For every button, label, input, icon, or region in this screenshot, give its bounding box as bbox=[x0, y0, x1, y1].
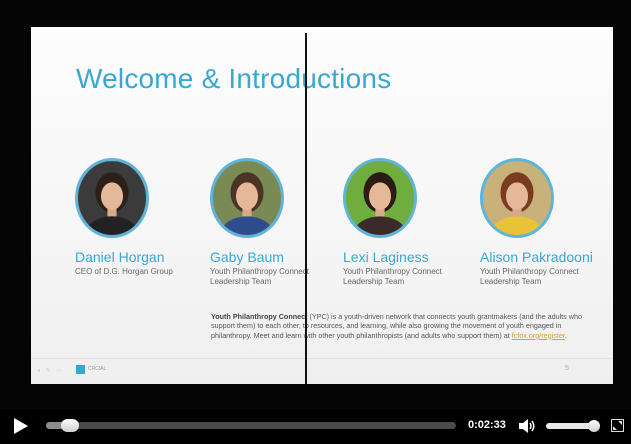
register-link[interactable]: fcfox.org/register bbox=[512, 331, 565, 340]
volume-slider[interactable] bbox=[546, 420, 600, 432]
volume-level bbox=[546, 423, 594, 429]
volume-handle[interactable] bbox=[587, 420, 600, 432]
person-role: CEO of D.G. Horgan Group bbox=[75, 267, 173, 276]
seek-bar[interactable] bbox=[46, 419, 456, 432]
person-name: Lexi Laginess bbox=[343, 249, 429, 265]
person-photo bbox=[75, 158, 149, 238]
seek-handle[interactable] bbox=[60, 419, 79, 432]
slide-nav-icons: ◂ ✎ ▭ bbox=[37, 368, 65, 374]
text-cursor-line bbox=[305, 33, 307, 384]
person-card: Alison Pakradooni Youth Philanthropy Con… bbox=[480, 158, 613, 287]
slide-page-number: 5 bbox=[565, 365, 569, 372]
person-role: Youth Philanthropy Connect Leadership Te… bbox=[210, 267, 309, 286]
play-icon bbox=[14, 418, 28, 434]
time-readout: 0:02:33 bbox=[468, 419, 506, 431]
play-button[interactable] bbox=[13, 417, 29, 435]
person-name: Daniel Horgan bbox=[75, 249, 165, 265]
video-player[interactable]: Welcome & Introductions Daniel Horgan CE… bbox=[0, 0, 631, 444]
volume-icon[interactable] bbox=[518, 417, 536, 435]
logo-icon bbox=[76, 365, 85, 374]
person-photo bbox=[480, 158, 554, 238]
fullscreen-icon[interactable] bbox=[611, 419, 624, 432]
ypc-description: Youth Philanthropy Connect (YPC) is a yo… bbox=[211, 312, 583, 340]
person-role: Youth Philanthropy Connect Leadership Te… bbox=[480, 267, 579, 286]
person-role: Youth Philanthropy Connect Leadership Te… bbox=[343, 267, 442, 286]
description-end: . bbox=[564, 330, 567, 340]
person-photo bbox=[210, 158, 284, 238]
person-photo bbox=[343, 158, 417, 238]
person-name: Alison Pakradooni bbox=[480, 249, 593, 265]
player-controls: 0:02:33 bbox=[0, 409, 631, 444]
person-name: Gaby Baum bbox=[210, 249, 284, 265]
slide-title: Welcome & Introductions bbox=[76, 63, 392, 94]
person-card: Gaby Baum Youth Philanthropy Connect Lea… bbox=[210, 158, 350, 287]
logo-text: CRCIAL bbox=[88, 366, 107, 372]
person-card: Daniel Horgan CEO of D.G. Horgan Group bbox=[75, 158, 215, 277]
person-card: Lexi Laginess Youth Philanthropy Connect… bbox=[343, 158, 483, 287]
slide-footer: ◂ ✎ ▭ CRCIAL 5 bbox=[31, 358, 613, 381]
org-name: Youth Philanthropy Connect bbox=[211, 312, 308, 321]
presentation-slide: Welcome & Introductions Daniel Horgan CE… bbox=[31, 27, 613, 384]
